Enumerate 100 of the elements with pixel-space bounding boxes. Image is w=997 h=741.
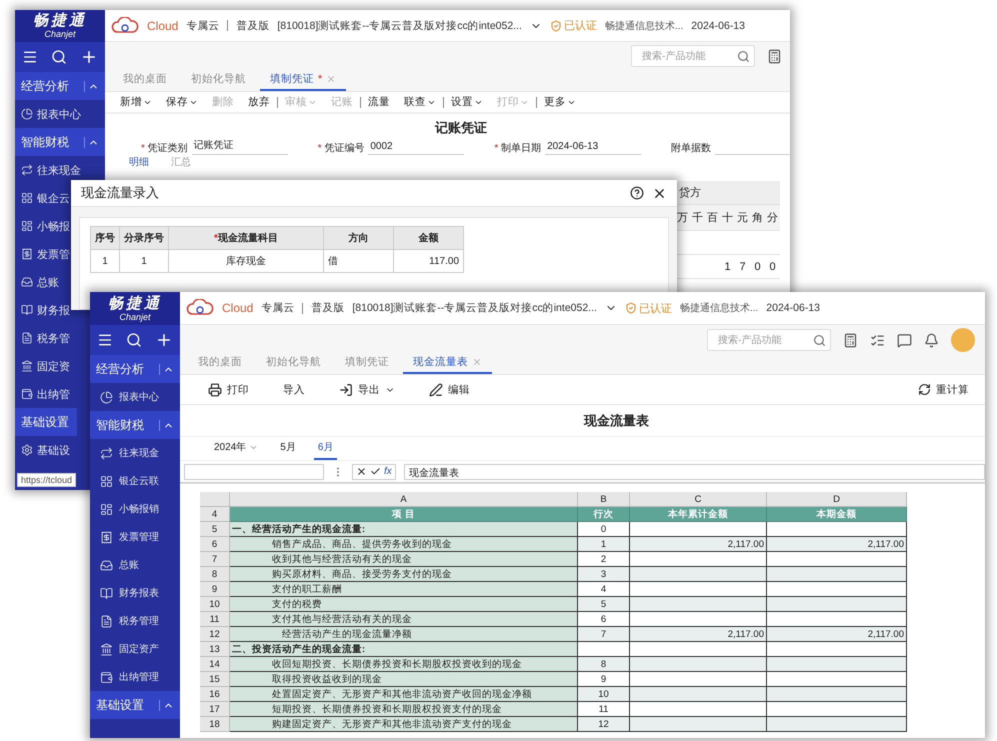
- search-field[interactable]: 搜索-产品功能: [631, 45, 755, 67]
- toolbar-button[interactable]: 编辑: [429, 382, 470, 396]
- toolbar-button[interactable]: 流量: [361, 95, 397, 109]
- table-cell: 购建固定资产、无形资产和其他非流动资产支付的现金: [230, 717, 578, 732]
- cloud-logo-icon: [111, 16, 139, 34]
- table-cell: 2,117.00: [630, 627, 767, 642]
- sidebar-item[interactable]: 固定资: [15, 352, 70, 380]
- help-icon[interactable]: [630, 186, 644, 200]
- sidebar-item[interactable]: 财务报: [15, 296, 70, 324]
- function-button[interactable]: fx: [384, 466, 392, 477]
- certified-label: 已认证: [564, 19, 597, 33]
- sidebar-item[interactable]: 总账: [15, 268, 59, 296]
- sidebar-section-header[interactable]: 经营分析: [90, 355, 180, 383]
- input-field[interactable]: 0002: [368, 141, 464, 155]
- row-number: 16: [200, 687, 230, 702]
- cloud-label: 专属云: [186, 18, 220, 32]
- sidebar-item[interactable]: 税务管: [15, 324, 70, 352]
- sidebar-item[interactable]: 往来现金: [90, 439, 180, 467]
- search-field[interactable]: 搜索-产品功能: [707, 329, 831, 351]
- sidebar-item[interactable]: 发票管理: [90, 523, 180, 551]
- recalculate-button[interactable]: 重计算: [918, 382, 969, 396]
- row-number: 15: [200, 672, 230, 687]
- account-name[interactable]: [810018]测试账套--专属云普及版对接cc的inte052...: [352, 301, 597, 315]
- dialog-title: 现金流量录入: [81, 184, 159, 202]
- column-letter: C: [630, 492, 767, 507]
- logo-text: 畅捷通: [108, 296, 162, 312]
- toolbar-button[interactable]: 导入: [283, 382, 305, 396]
- search-input[interactable]: 搜索-产品功能: [640, 50, 730, 62]
- search-input[interactable]: 搜索-产品功能: [716, 334, 806, 346]
- cancel-icon[interactable]: [356, 466, 367, 477]
- sidebar-section-header[interactable]: 智能财税: [90, 411, 180, 439]
- sidebar-item[interactable]: 税务管理: [90, 607, 180, 635]
- menu-icon[interactable]: [22, 49, 38, 65]
- sidebar-item[interactable]: 财务报表: [90, 579, 180, 607]
- toolbar-button[interactable]: 更多: [537, 95, 583, 109]
- sidebar-section-header[interactable]: 经营分析: [15, 72, 105, 100]
- bell-icon[interactable]: [924, 332, 939, 348]
- search-icon[interactable]: [813, 334, 826, 346]
- sidebar-item[interactable]: 银企云联: [90, 467, 180, 495]
- period-tab[interactable]: 5月: [276, 440, 300, 460]
- table-cell: 8: [578, 657, 630, 672]
- input-field[interactable]: 2024-06-13: [545, 141, 642, 155]
- sidebar-item[interactable]: 小畅报: [15, 212, 70, 240]
- section-label: 基础设置: [21, 414, 69, 430]
- checklist-icon[interactable]: [870, 332, 885, 348]
- period-tab[interactable]: 6月: [314, 440, 338, 460]
- sidebar-item[interactable]: 出纳管理: [90, 663, 180, 691]
- sidebar-item[interactable]: 出纳管: [15, 380, 70, 408]
- header-cell: 本年累计金额: [630, 507, 767, 522]
- sidebar-item[interactable]: 总账: [90, 551, 180, 579]
- search-icon[interactable]: [50, 49, 67, 65]
- toolbar-button[interactable]: 打印: [208, 382, 249, 396]
- bank-icon: [100, 642, 113, 656]
- search-icon[interactable]: [737, 50, 750, 62]
- brand-name: Cloud: [222, 301, 254, 315]
- sidebar-section-header[interactable]: 智能财税: [15, 128, 105, 156]
- sidebar-item[interactable]: 往来现金: [15, 156, 81, 184]
- sidebar-section-header[interactable]: 基础设置: [90, 691, 180, 719]
- table-cell: 借: [324, 250, 394, 272]
- tab[interactable]: 现金流量表: [403, 355, 492, 374]
- export-icon: [339, 382, 353, 396]
- sub-tab[interactable]: 明细: [129, 157, 149, 169]
- period-tab[interactable]: 2024年: [210, 440, 262, 460]
- sheet-corner: [200, 492, 230, 507]
- sidebar-item[interactable]: 基础设: [15, 436, 70, 464]
- tab[interactable]: 填制凭证 *: [260, 72, 346, 91]
- toolbar-button[interactable]: 导出: [339, 382, 395, 396]
- edition-label: 普及版: [311, 301, 344, 315]
- sidebar-item[interactable]: 小畅报销: [90, 495, 180, 523]
- toolbar-button[interactable]: 新增: [113, 95, 159, 109]
- sidebar-section-header[interactable]: 基础设置: [15, 408, 77, 436]
- sidebar-item[interactable]: 报表中心: [15, 100, 81, 128]
- account-name[interactable]: [810018]测试账套--专属云普及版对接cc的inte052...: [277, 18, 522, 32]
- column-letter: D: [767, 492, 907, 507]
- formula-field[interactable]: 现金流量表: [404, 464, 985, 480]
- digit-cell-text: 1: [723, 260, 732, 272]
- toolbar-button[interactable]: 保存: [159, 95, 205, 109]
- calculator-icon[interactable]: [843, 332, 858, 348]
- inbox-icon: [21, 276, 33, 288]
- check-icon[interactable]: [370, 466, 381, 477]
- table-cell: 1: [120, 250, 168, 272]
- logo-subtext: Chanjet: [44, 29, 76, 39]
- toolbar-button[interactable]: 放弃: [241, 95, 277, 109]
- bank-icon: [21, 360, 33, 372]
- sidebar-item[interactable]: 固定资产: [90, 635, 180, 663]
- toolbar-button[interactable]: 联查: [397, 95, 443, 109]
- toolbar-button[interactable]: 设置: [444, 95, 490, 109]
- sidebar-item[interactable]: 银企云: [15, 184, 70, 212]
- sidebar-item[interactable]: 发票管: [15, 240, 70, 268]
- sidebar-item[interactable]: 报表中心: [90, 383, 180, 411]
- menu-icon[interactable]: [96, 332, 113, 348]
- table-cell: 取得投资收益收到的现金: [230, 672, 578, 687]
- input-field[interactable]: 记账凭证: [192, 138, 288, 155]
- row-number: 13: [200, 642, 230, 657]
- pen-icon: [429, 382, 443, 396]
- message-icon[interactable]: [897, 332, 912, 348]
- digit-header: 万: [676, 211, 689, 225]
- search-icon[interactable]: [126, 332, 142, 348]
- dashboard-icon: [100, 502, 113, 516]
- calculator-icon[interactable]: [767, 48, 782, 64]
